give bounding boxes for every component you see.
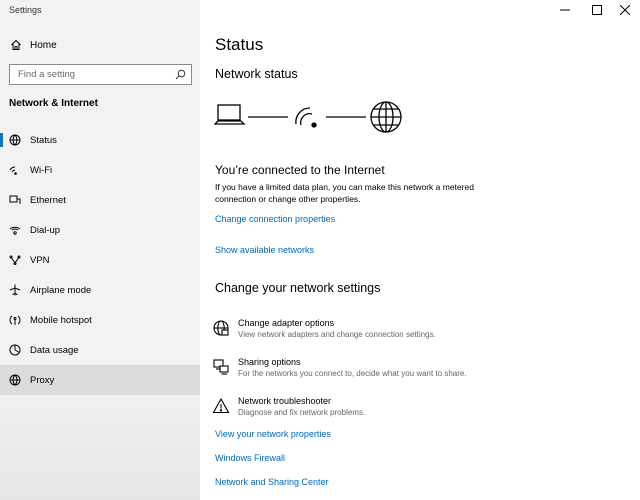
sidebar-item-label: Ethernet	[30, 195, 66, 206]
sidebar-nav: Status Wi-Fi Ethernet Dial-up VPN Airpla…	[0, 125, 200, 395]
globe-icon	[370, 101, 402, 133]
main-content: Status Network status You’re connected t…	[200, 0, 640, 500]
sharing-options[interactable]: Sharing options For the networks you con…	[212, 356, 632, 386]
sidebar-item-ethernet[interactable]: Ethernet	[0, 185, 200, 215]
sidebar-item-label: Dial-up	[30, 225, 61, 236]
sidebar-item-label: Airplane mode	[30, 285, 92, 296]
search-icon[interactable]	[175, 69, 186, 80]
data-usage-icon	[9, 344, 21, 356]
sidebar-item-label: Data usage	[30, 345, 79, 356]
search-box	[9, 64, 192, 85]
option-title: Change adapter options	[238, 318, 335, 328]
option-description: Diagnose and fix network problems.	[238, 408, 366, 417]
sidebar-item-data-usage[interactable]: Data usage	[0, 335, 200, 365]
sidebar-item-wifi[interactable]: Wi-Fi	[0, 155, 200, 185]
connection-status-title: You’re connected to the Internet	[215, 163, 385, 177]
network-status-heading: Network status	[215, 67, 298, 81]
home-label: Home	[30, 40, 57, 51]
change-adapter-options[interactable]: Change adapter options View network adap…	[212, 317, 632, 347]
change-network-settings-heading: Change your network settings	[215, 281, 381, 295]
option-description: For the networks you connect to, decide …	[238, 369, 467, 378]
windows-firewall-link[interactable]: Windows Firewall	[215, 453, 285, 463]
network-sharing-center-link[interactable]: Network and Sharing Center	[215, 477, 329, 487]
search-input[interactable]	[10, 65, 170, 84]
option-description: View network adapters and change connect…	[238, 330, 436, 339]
connection-status-description: If you have a limited data plan, you can…	[215, 182, 474, 204]
sidebar-item-vpn[interactable]: VPN	[0, 245, 200, 275]
warning-icon	[212, 397, 230, 414]
show-available-networks-link[interactable]: Show available networks	[215, 245, 314, 255]
hotspot-icon	[9, 315, 21, 325]
view-network-properties-link[interactable]: View your network properties	[215, 429, 331, 439]
network-diagram	[214, 101, 402, 133]
change-connection-properties-link[interactable]: Change connection properties	[215, 214, 335, 224]
sharing-icon	[213, 359, 229, 375]
sidebar-item-label: Wi-Fi	[30, 165, 53, 176]
sidebar-item-airplane[interactable]: Airplane mode	[0, 275, 200, 305]
wifi-icon	[9, 166, 17, 175]
app-title: Settings	[9, 5, 42, 15]
airplane-icon	[9, 284, 21, 296]
vpn-icon	[9, 255, 21, 265]
globe-icon	[9, 374, 21, 386]
sidebar-item-label: Status	[30, 135, 57, 146]
ethernet-icon	[9, 195, 21, 204]
laptop-icon	[214, 104, 246, 125]
sidebar: Settings Home Network & Internet Status …	[0, 0, 200, 500]
adapter-icon	[213, 320, 229, 336]
option-title: Sharing options	[238, 357, 301, 367]
sidebar-item-label: VPN	[30, 255, 50, 266]
dialup-icon	[9, 226, 21, 235]
home-nav-item[interactable]: Home	[0, 36, 200, 56]
sidebar-item-dialup[interactable]: Dial-up	[0, 215, 200, 245]
sidebar-item-proxy[interactable]: Proxy	[0, 365, 200, 395]
page-title: Status	[215, 35, 264, 54]
sidebar-item-label: Proxy	[30, 375, 55, 386]
section-title: Network & Internet	[9, 98, 98, 109]
status-icon	[9, 134, 21, 146]
option-title: Network troubleshooter	[238, 396, 332, 406]
sidebar-item-hotspot[interactable]: Mobile hotspot	[0, 305, 200, 335]
network-troubleshooter[interactable]: Network troubleshooter Diagnose and fix …	[212, 395, 632, 425]
home-icon	[11, 39, 21, 50]
wifi-icon	[295, 107, 317, 128]
sidebar-item-label: Mobile hotspot	[30, 315, 92, 326]
sidebar-item-status[interactable]: Status	[0, 125, 200, 155]
